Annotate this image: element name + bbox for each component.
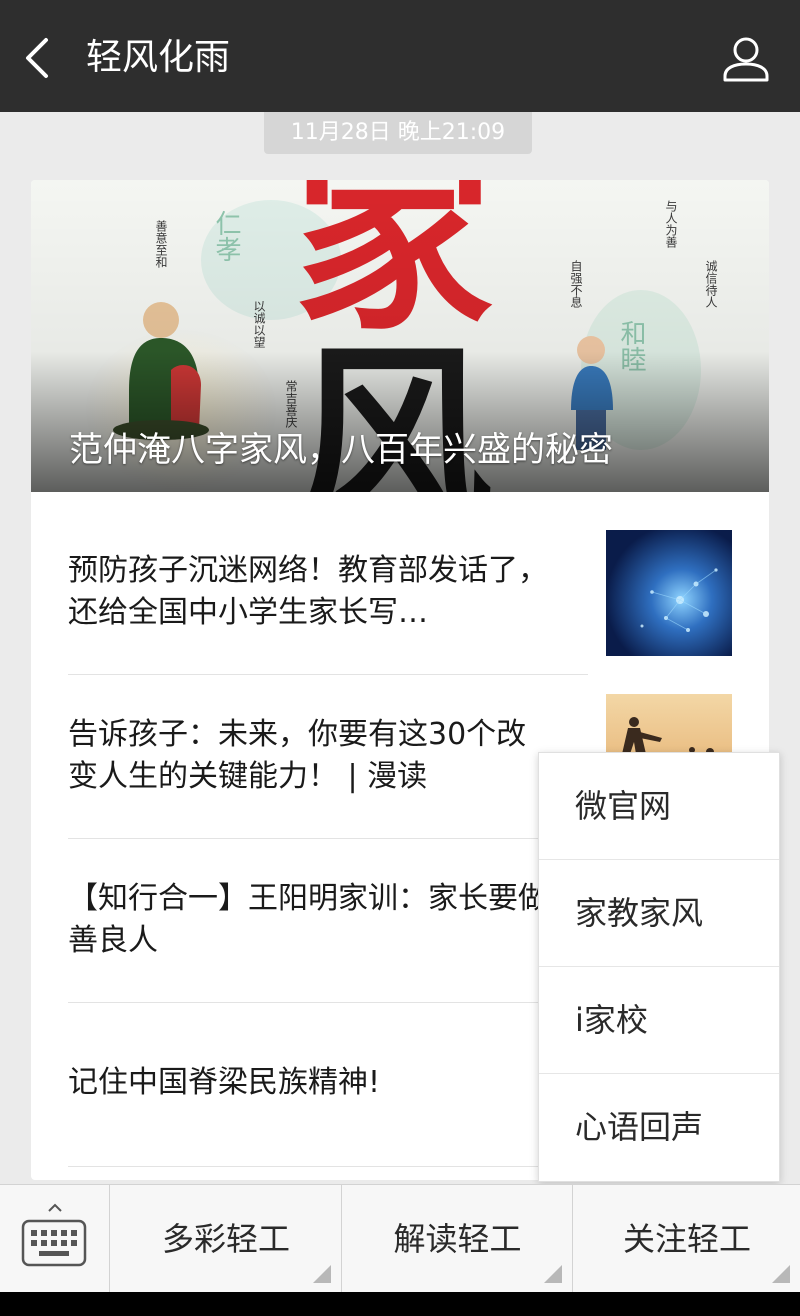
- menu-button-label: 多彩轻工: [161, 1220, 290, 1258]
- submenu-item[interactable]: i家校: [539, 967, 779, 1074]
- list-item[interactable]: 预防孩子沉迷网络！教育部发话了，还给全国中小学生家长写…: [68, 530, 732, 656]
- top-nav-bar: 轻风化雨: [0, 0, 800, 112]
- menu-button-3[interactable]: 关注轻工: [574, 1185, 800, 1293]
- submenu-item[interactable]: 微官网: [539, 753, 779, 860]
- submenu-indicator-icon: [313, 1265, 331, 1283]
- article-title: 【知行合一】王阳明家训：家长要做善良人: [68, 881, 548, 958]
- divider: [68, 838, 588, 839]
- chat-title: 轻风化雨: [86, 37, 231, 78]
- divider: [68, 1002, 588, 1003]
- chevron-left-icon: [26, 38, 48, 78]
- back-button[interactable]: [16, 30, 66, 86]
- system-nav-strip: [0, 1292, 800, 1316]
- menu-button-1[interactable]: 多彩轻工: [111, 1185, 342, 1293]
- article-thumbnail: [606, 530, 732, 656]
- article-title: 预防孩子沉迷网络！教育部发话了，还给全国中小学生家长写…: [68, 553, 548, 630]
- menu-button-label: 关注轻工: [622, 1220, 751, 1258]
- cover-title: 范仲淹八字家风，八百年兴盛的秘密: [69, 430, 613, 470]
- divider: [68, 1166, 588, 1167]
- submenu-popup: 微官网 家教家风 i家校 心语回声: [538, 752, 780, 1182]
- article-title: 记住中国脊梁民族精神!: [68, 1065, 381, 1100]
- menu-button-2[interactable]: 解读轻工: [343, 1185, 573, 1293]
- divider: [68, 674, 588, 675]
- user-icon: [723, 37, 769, 82]
- keyboard-toggle-button[interactable]: [0, 1185, 110, 1293]
- bottom-menu-bar: 多彩轻工 解读轻工 关注轻工: [0, 1184, 800, 1293]
- submenu-indicator-icon: [772, 1265, 790, 1283]
- cover-article[interactable]: 家 风 善意至和 以诚以望 常吉喜庆 自强不息 与人为善 诚信待人 仁孝 和睦: [31, 180, 769, 492]
- submenu-item[interactable]: 心语回声: [539, 1074, 779, 1181]
- submenu-indicator-icon: [544, 1265, 562, 1283]
- submenu-item[interactable]: 家教家风: [539, 860, 779, 967]
- message-timestamp: 11月28日 晚上21:09: [264, 112, 532, 154]
- menu-button-label: 解读轻工: [393, 1220, 522, 1258]
- article-title: 告诉孩子：未来，你要有这30个改变人生的关键能力！ | 漫读: [68, 717, 527, 794]
- profile-button[interactable]: [720, 34, 772, 84]
- keyboard-icon: [21, 1203, 87, 1267]
